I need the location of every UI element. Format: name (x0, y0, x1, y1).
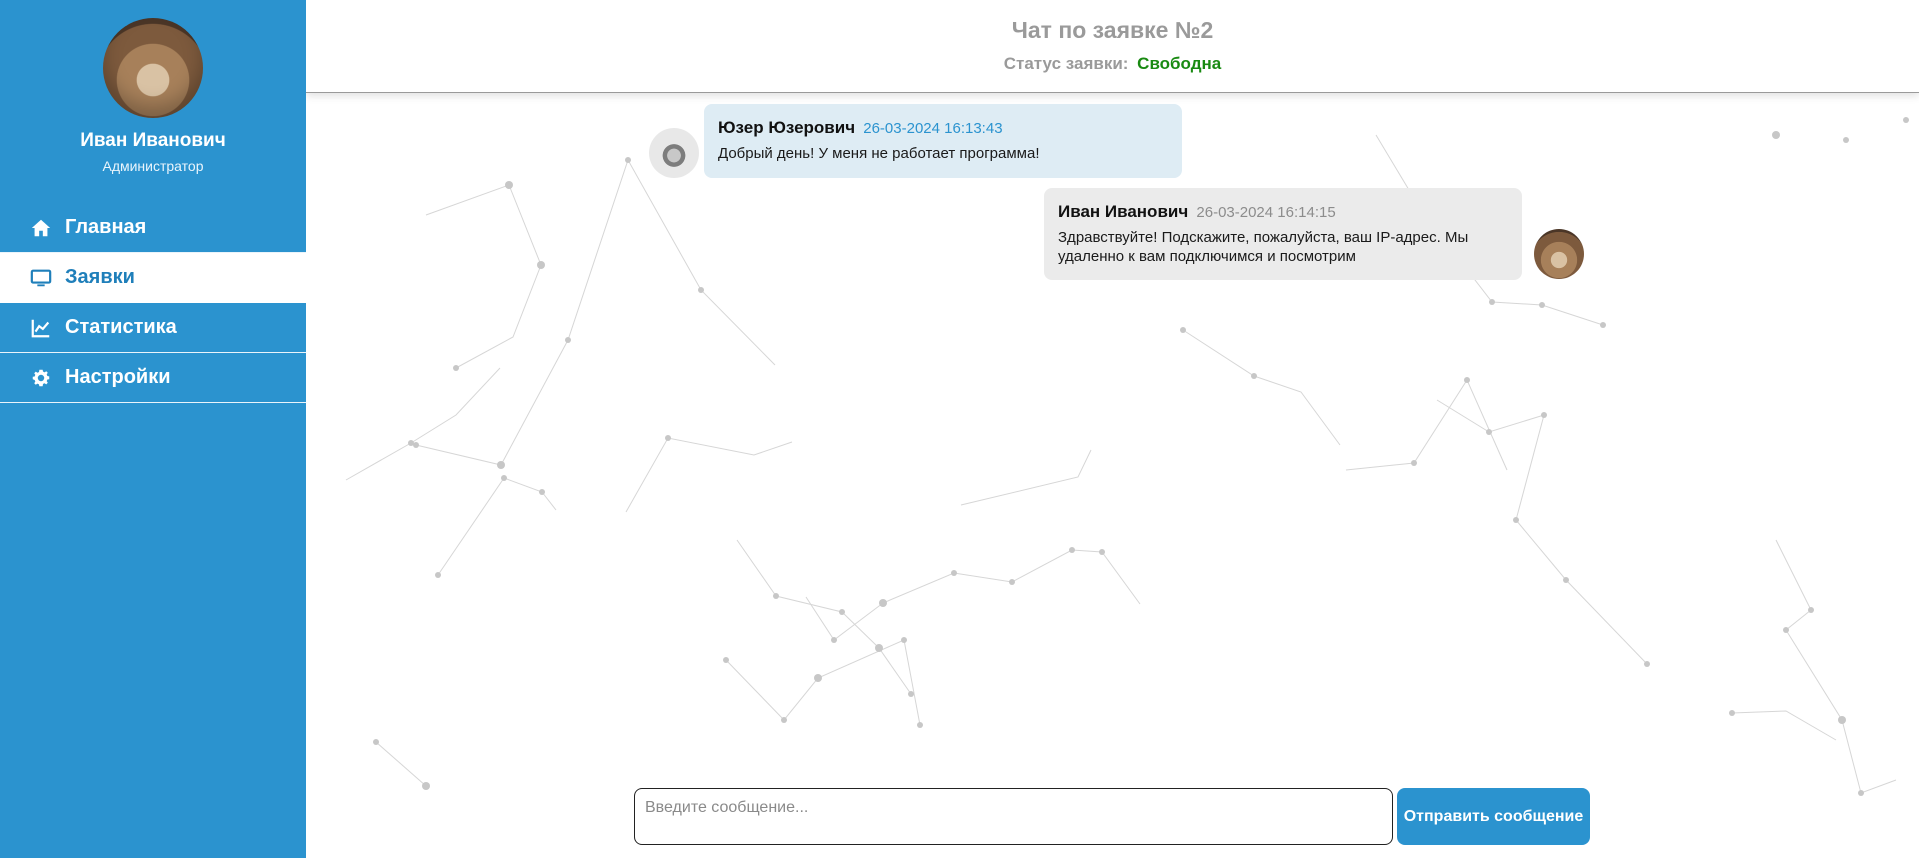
message-input[interactable] (634, 788, 1393, 845)
chat-header: Чат по заявке №2 Статус заявки: Свободна (306, 0, 1919, 93)
status-label: Статус заявки: (1003, 54, 1129, 73)
gear-icon (29, 366, 53, 390)
status-row: Статус заявки: Свободна (306, 54, 1919, 74)
message-text: Добрый день! У меня не работает программ… (718, 145, 1040, 162)
sidebar-item-settings[interactable]: Настройки (0, 353, 306, 403)
message-author: Юзер Юзерович (718, 118, 856, 137)
page-title: Чат по заявке №2 (1011, 17, 1214, 43)
profile-block: Иван Иванович Администратор (0, 0, 306, 174)
cat-avatar (649, 128, 699, 178)
sidebar-nav: Главная Заявки Статистика Настройки (0, 203, 306, 403)
message-time: 26-03-2024 16:14:15 (1196, 204, 1336, 221)
sidebar-item-statistics[interactable]: Статистика (0, 303, 306, 353)
profile-name: Иван Иванович (80, 130, 226, 151)
sidebar-item-label: Статистика (65, 316, 177, 338)
home-icon (29, 216, 53, 240)
sidebar-item-label: Главная (65, 216, 147, 238)
message-outgoing: Иван Иванович 26-03-2024 16:14:15 Здравс… (1044, 188, 1584, 280)
message-bubble: Юзер Юзерович 26-03-2024 16:13:43 Добрый… (704, 104, 1182, 178)
sidebar-item-requests[interactable]: Заявки (0, 253, 306, 303)
sidebar: Иван Иванович Администратор Главная Заяв… (0, 0, 306, 858)
message-text: Здравствуйте! Подскажите, пожалуйста, ва… (1058, 229, 1469, 265)
monitor-icon (29, 266, 53, 290)
avatar (103, 18, 203, 118)
sidebar-item-home[interactable]: Главная (0, 203, 306, 253)
chat-area: Чат по заявке №2 Статус заявки: Свободна… (306, 0, 1919, 858)
profile-role: Администратор (102, 158, 204, 174)
message-bubble: Иван Иванович 26-03-2024 16:14:15 Здравс… (1044, 188, 1522, 280)
cat-avatar (1534, 229, 1584, 279)
sidebar-item-label: Настройки (65, 366, 171, 388)
status-badge: Свободна (1137, 54, 1222, 73)
send-message-button[interactable]: Отправить сообщение (1397, 788, 1590, 845)
message-time: 26-03-2024 16:13:43 (863, 120, 1003, 137)
chart-icon (29, 316, 53, 340)
message-author: Иван Иванович (1058, 202, 1189, 221)
message-incoming: Юзер Юзерович 26-03-2024 16:13:43 Добрый… (649, 104, 1182, 178)
sidebar-item-label: Заявки (65, 266, 135, 288)
